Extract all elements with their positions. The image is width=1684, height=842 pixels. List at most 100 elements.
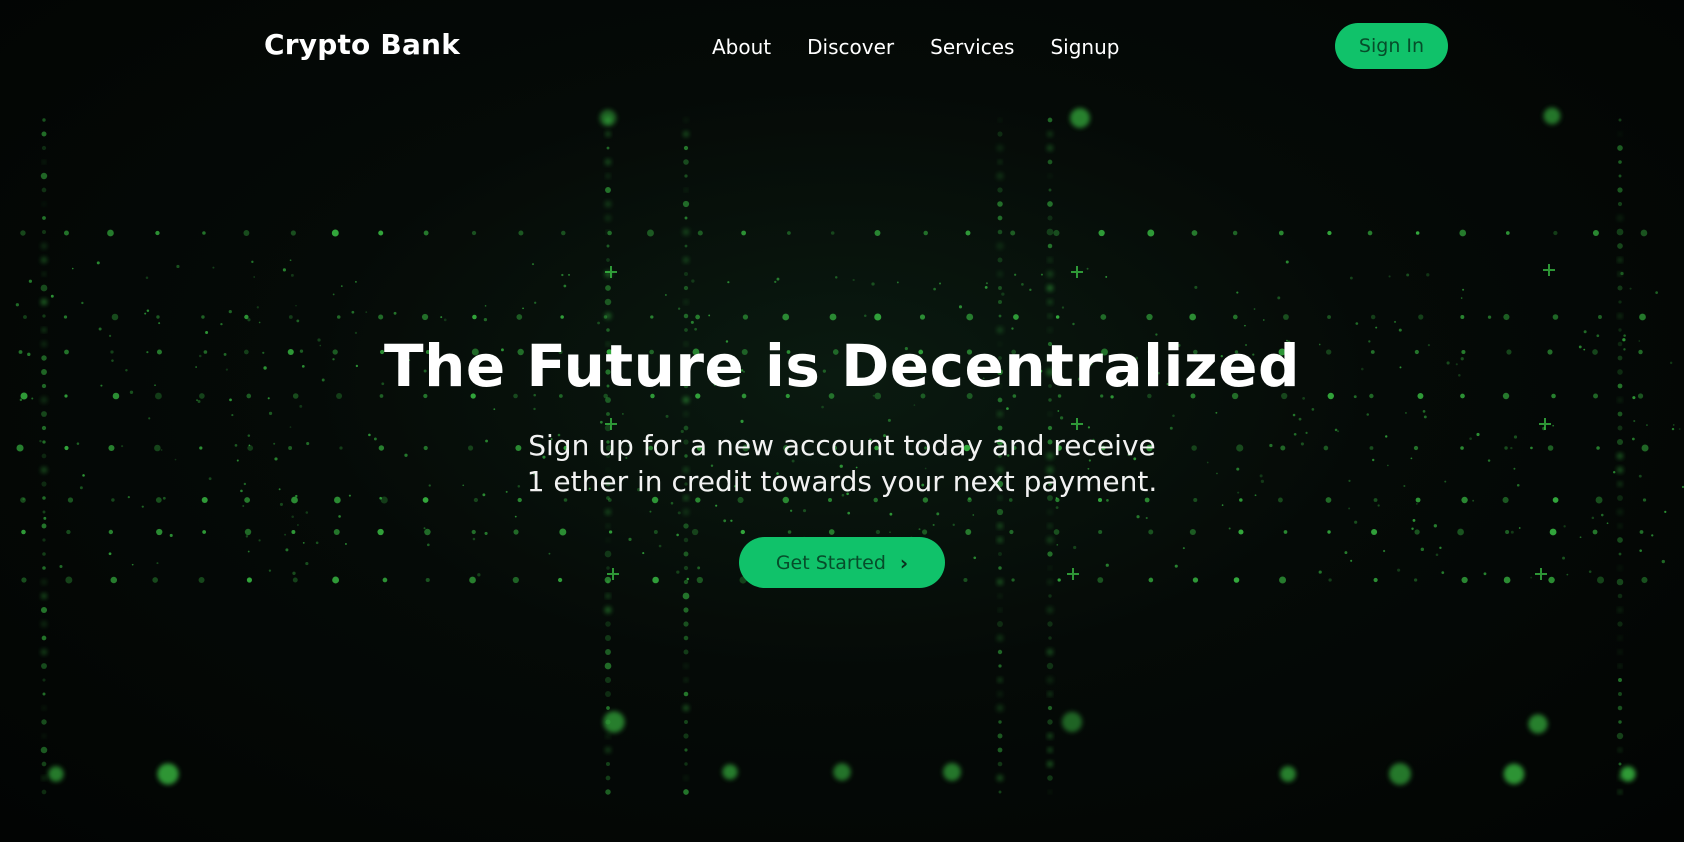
nav-link-services[interactable]: Services — [930, 35, 1014, 59]
background-dot — [1072, 322, 1075, 326]
nav-link-discover[interactable]: Discover — [807, 35, 894, 59]
background-dot — [1105, 275, 1108, 278]
background-dot — [996, 774, 1004, 782]
background-dot — [246, 577, 253, 583]
background-dot — [1269, 443, 1273, 448]
background-dot — [22, 497, 25, 501]
background-dot — [41, 523, 47, 529]
background-dot — [1048, 188, 1052, 192]
background-dot — [723, 519, 727, 523]
background-dot — [288, 315, 293, 319]
background-dot — [1011, 578, 1015, 582]
background-dot — [1048, 636, 1052, 640]
background-dot — [493, 408, 496, 411]
background-dot — [40, 256, 48, 264]
background-dot — [606, 412, 610, 416]
background-dot — [599, 109, 617, 127]
background-dot — [1323, 445, 1329, 451]
background-dot — [1617, 411, 1623, 417]
get-started-button[interactable]: Get Started › — [739, 537, 945, 588]
background-dot — [776, 277, 780, 281]
background-dot — [560, 315, 564, 319]
background-dot — [1433, 524, 1438, 528]
background-dot — [887, 418, 891, 422]
background-dot — [605, 215, 611, 221]
background-dot — [606, 734, 610, 738]
sign-in-button[interactable]: Sign In — [1335, 23, 1448, 69]
background-dot — [43, 516, 47, 520]
background-dot — [518, 230, 524, 236]
background-dot — [997, 187, 1003, 193]
background-dot — [683, 579, 689, 585]
background-dot — [972, 514, 975, 516]
background-dot — [697, 566, 701, 570]
background-dot — [1285, 260, 1289, 264]
background-dot — [1228, 527, 1231, 530]
background-dot — [722, 764, 738, 780]
background-dot — [1100, 314, 1107, 320]
background-dot — [683, 649, 689, 655]
background-dot — [477, 573, 481, 577]
background-dot — [606, 258, 610, 262]
background-dot — [677, 511, 681, 515]
background-dot — [997, 257, 1003, 263]
background-dot — [1403, 484, 1406, 488]
background-dot — [802, 509, 807, 513]
background-dot — [1021, 283, 1024, 286]
background-dot — [852, 278, 855, 282]
background-dot — [1366, 413, 1370, 416]
background-dot — [248, 444, 251, 447]
background-dot — [1047, 719, 1053, 725]
background-dot — [997, 537, 1003, 543]
background-dot — [1469, 437, 1472, 440]
background-dot — [1639, 530, 1644, 534]
background-dot — [1389, 763, 1411, 785]
background-dot — [1503, 313, 1510, 321]
background-dot — [42, 538, 46, 542]
background-dot — [628, 537, 632, 541]
background-dot — [1327, 230, 1332, 236]
background-dot — [683, 551, 689, 557]
background-dot — [996, 144, 1004, 152]
background-dot — [76, 442, 80, 445]
nav-link-about[interactable]: About — [712, 35, 771, 59]
background-dot — [513, 529, 519, 535]
background-dot — [15, 303, 19, 307]
background-dot — [1047, 621, 1053, 627]
background-dot — [1641, 444, 1649, 452]
brand-logo[interactable]: Crypto Bank — [264, 28, 460, 61]
background-dot — [42, 706, 46, 710]
background-dot — [484, 305, 487, 307]
background-dot — [649, 510, 652, 513]
nav-link-signup[interactable]: Signup — [1050, 35, 1119, 59]
background-dot — [472, 537, 476, 541]
background-dot — [996, 508, 1004, 516]
background-dot — [243, 482, 247, 486]
background-dot — [379, 496, 382, 500]
background-dot — [1047, 607, 1053, 613]
background-dot — [1370, 314, 1376, 320]
background-dot — [683, 537, 689, 543]
background-dot — [1194, 285, 1198, 289]
background-dot — [605, 159, 611, 165]
background-dot — [1617, 243, 1623, 249]
background-dot — [157, 763, 179, 785]
background-dot — [742, 314, 749, 320]
background-dot — [284, 533, 287, 536]
background-dot — [1280, 445, 1286, 451]
background-dot — [296, 319, 300, 323]
background-dot — [1420, 547, 1425, 552]
background-dot — [1047, 299, 1053, 305]
background-dot — [1618, 524, 1622, 528]
background-dot — [966, 313, 974, 321]
background-dot — [606, 538, 610, 542]
background-dot — [339, 446, 343, 450]
background-dot — [683, 159, 689, 165]
background-dot — [1239, 498, 1243, 502]
background-dot — [393, 311, 397, 315]
background-dot — [998, 566, 1002, 570]
background-dot — [427, 543, 430, 547]
background-dot — [683, 691, 689, 697]
background-dot — [1617, 537, 1623, 543]
background-dot — [682, 228, 690, 236]
